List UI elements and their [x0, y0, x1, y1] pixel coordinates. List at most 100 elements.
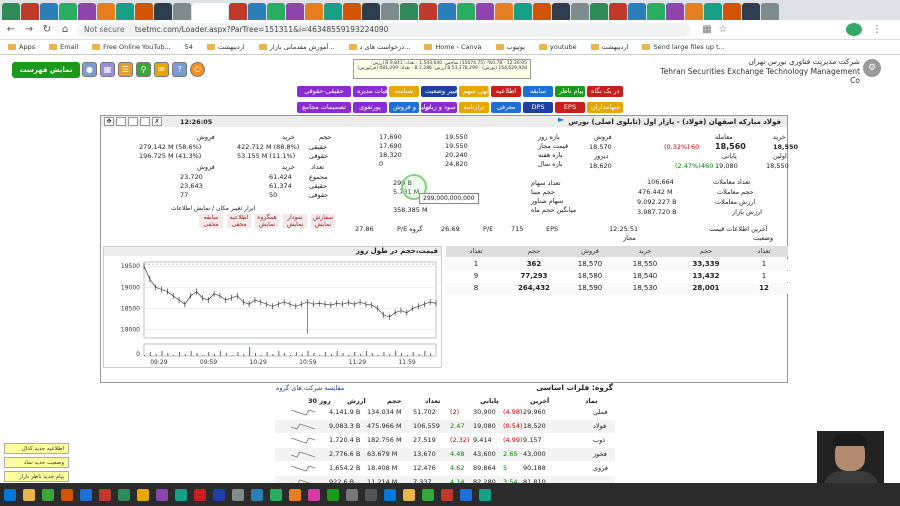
browser-tab[interactable]: [324, 3, 342, 20]
taskbar-app-icon[interactable]: [346, 488, 358, 501]
grid-icon[interactable]: ▦: [100, 62, 115, 77]
browser-tab[interactable]: [267, 3, 285, 20]
pin-icon[interactable]: ►: [558, 115, 564, 124]
search-icon[interactable]: ⚲: [136, 62, 151, 77]
tool-toggle[interactable]: اطلاعیه محفی: [227, 214, 251, 228]
menu-button[interactable]: تولید و فروش: [389, 102, 431, 113]
show-list-button[interactable]: نمایش فهرست: [12, 62, 80, 78]
bookmark-item[interactable]: یوتیوب: [495, 43, 525, 51]
browser-tab[interactable]: [173, 3, 191, 20]
back-icon[interactable]: ←: [4, 23, 18, 37]
browser-tab[interactable]: [135, 3, 153, 20]
tools-icon[interactable]: ✗: [152, 117, 162, 126]
side-notice-button[interactable]: اطلاعیه جدید کدال: [4, 443, 69, 454]
taskbar-app-icon[interactable]: [479, 488, 491, 501]
tool-toggle[interactable]: سفارش نمایش: [311, 214, 335, 228]
menu-button[interactable]: معرفی: [491, 102, 521, 113]
move-icon[interactable]: ✥: [104, 117, 114, 126]
browser-tab[interactable]: [381, 3, 399, 20]
tool-toggle[interactable]: سابقه محفی: [199, 214, 223, 228]
menu-button[interactable]: حقیقی-حقوقی: [297, 86, 351, 97]
taskbar-app-icon[interactable]: [137, 488, 149, 501]
browser-tab[interactable]: [552, 3, 570, 20]
taskbar-app-icon[interactable]: [80, 488, 92, 501]
bookmark-item[interactable]: درخواست های د...: [348, 43, 410, 51]
taskbar-app-icon[interactable]: [23, 488, 35, 501]
browser-tab[interactable]: [305, 3, 323, 20]
browser-tab[interactable]: [154, 3, 172, 20]
browser-tab[interactable]: [116, 3, 134, 20]
browser-tab[interactable]: [59, 3, 77, 20]
group-row[interactable]: [275, 448, 615, 461]
browser-tab[interactable]: [666, 3, 684, 20]
menu-button[interactable]: DPS: [523, 102, 553, 113]
taskbar-app-icon[interactable]: [384, 488, 396, 501]
group-row[interactable]: [275, 462, 615, 475]
menu-button[interactable]: پورتفوی: [353, 102, 387, 113]
star-icon[interactable]: ☆: [716, 23, 730, 37]
taskbar-app-icon[interactable]: [270, 488, 282, 501]
bookmark-item[interactable]: آموزش مقدماتی بازار...: [258, 43, 335, 51]
group-row[interactable]: [275, 406, 615, 419]
bookmark-item[interactable]: Send large files up t...: [642, 43, 725, 51]
taskbar-app-icon[interactable]: [175, 488, 187, 501]
doc-icon[interactable]: [128, 117, 138, 126]
taskbar-app-icon[interactable]: [99, 488, 111, 501]
browser-tab[interactable]: [742, 3, 760, 20]
taskbar-app-icon[interactable]: [118, 488, 130, 501]
side-notice-button[interactable]: پیام جدید ناظر بازار: [4, 471, 69, 482]
browser-tab[interactable]: [438, 3, 456, 20]
browser-tab[interactable]: [40, 3, 58, 20]
globe-icon[interactable]: ●: [82, 62, 97, 77]
browser-tab[interactable]: [2, 3, 20, 20]
browser-tab[interactable]: [78, 3, 96, 20]
home-icon[interactable]: ⌂: [58, 23, 72, 37]
browser-tab[interactable]: [97, 3, 115, 20]
taskbar-app-icon[interactable]: [194, 488, 206, 501]
menu-button[interactable]: سهامداران: [587, 102, 623, 113]
menu-button[interactable]: شناسه: [389, 86, 419, 97]
browser-tab[interactable]: [457, 3, 475, 20]
side-notice-button[interactable]: وضعیت جدید نماد: [4, 457, 69, 468]
taskbar-app-icon[interactable]: [213, 488, 225, 501]
taskbar-app-icon[interactable]: [308, 488, 320, 501]
browser-tab[interactable]: [514, 3, 532, 20]
bookmark-item[interactable]: Email: [49, 43, 78, 51]
taskbar-app-icon[interactable]: [4, 488, 16, 501]
menu-button[interactable]: سابقه: [523, 86, 553, 97]
browser-tab[interactable]: [647, 3, 665, 20]
browser-tab[interactable]: [419, 3, 437, 20]
chat-icon[interactable]: ✉: [154, 62, 169, 77]
taskbar-app-icon[interactable]: [365, 488, 377, 501]
browser-tab[interactable]: [21, 3, 39, 20]
profile-avatar[interactable]: [846, 23, 862, 36]
tool-toggle[interactable]: نمودار نمایش: [283, 214, 307, 228]
taskbar-app-icon[interactable]: [61, 488, 73, 501]
taskbar-app-icon[interactable]: [289, 488, 301, 501]
taskbar-app-icon[interactable]: [403, 488, 415, 501]
group-row[interactable]: [275, 420, 615, 433]
print-icon[interactable]: [140, 117, 150, 126]
browser-tab[interactable]: [476, 3, 494, 20]
browser-menu-icon[interactable]: ⋮: [870, 23, 884, 37]
browser-tab[interactable]: [609, 3, 627, 20]
menu-button[interactable]: ترازنامه: [459, 102, 489, 113]
menu-button[interactable]: تغییر وضعیت: [421, 86, 460, 97]
browser-tab[interactable]: [685, 3, 703, 20]
browser-tab[interactable]: [571, 3, 589, 20]
browser-tab[interactable]: [761, 3, 779, 20]
forward-icon[interactable]: →: [22, 23, 36, 37]
browser-tab[interactable]: [533, 3, 551, 20]
browser-tab[interactable]: [495, 3, 513, 20]
menu-button[interactable]: آنهی سهم: [459, 86, 490, 97]
bookmark-item[interactable]: اردیبهشت: [206, 43, 245, 51]
taskbar-app-icon[interactable]: [251, 488, 263, 501]
list-icon[interactable]: ☰: [118, 62, 133, 77]
browser-tab[interactable]: [229, 3, 247, 20]
browser-tab[interactable]: [192, 3, 228, 20]
bookmark-item[interactable]: Free Online YouTub...: [92, 43, 171, 51]
taskbar-app-icon[interactable]: [422, 488, 434, 501]
bookmark-item[interactable]: Apps: [8, 43, 35, 51]
browser-tab[interactable]: [362, 3, 380, 20]
extension-icon[interactable]: ▦: [700, 23, 714, 37]
